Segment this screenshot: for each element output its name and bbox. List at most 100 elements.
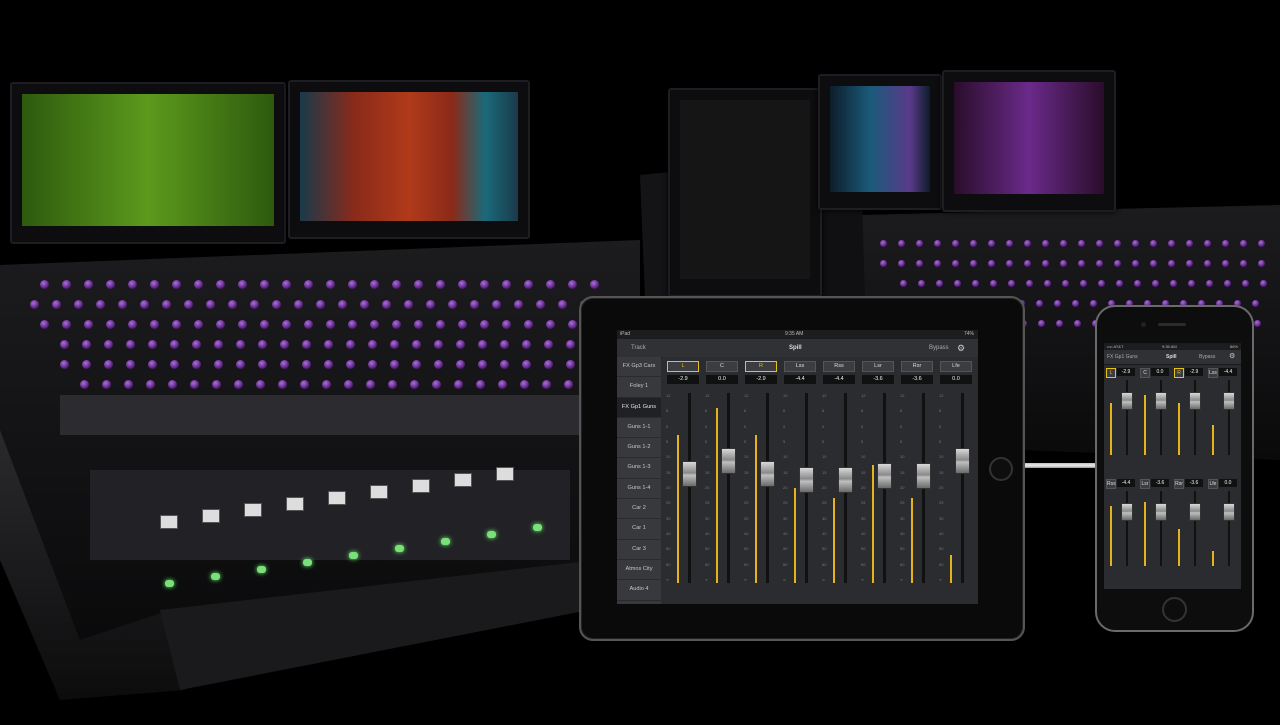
scale-tick-label: ∞ xyxy=(705,577,708,582)
console-knob xyxy=(414,280,423,289)
scale-tick-label: ∞ xyxy=(744,577,747,582)
channel-meter xyxy=(1212,551,1214,566)
console-knob xyxy=(1006,240,1013,247)
scale-tick-label: 25 xyxy=(705,500,710,506)
fader-cap[interactable] xyxy=(1121,503,1133,521)
console-knob xyxy=(412,360,421,369)
fader-cap[interactable] xyxy=(1189,503,1201,521)
iphone-home-button[interactable] xyxy=(1162,597,1187,622)
scale-tick-label: 30 xyxy=(939,515,944,521)
console-knob xyxy=(1072,300,1079,307)
fader-cap[interactable] xyxy=(1155,392,1167,410)
track-list-item[interactable]: FX Gp3 Cars xyxy=(617,357,661,378)
console-knob xyxy=(146,380,155,389)
lightning-cable xyxy=(1021,463,1096,468)
channel-name-button[interactable]: Rsr xyxy=(901,361,933,372)
channel-name-button[interactable]: L xyxy=(667,361,699,372)
channel-name-button[interactable]: R xyxy=(1174,368,1184,378)
console-knob xyxy=(392,320,401,329)
status-time: 9:35 AM xyxy=(785,331,804,337)
channel-name-button[interactable]: Lss xyxy=(1208,368,1218,378)
bypass-button[interactable]: Bypass xyxy=(1199,350,1215,364)
channel-name-button[interactable]: C xyxy=(706,361,738,372)
fader-cap[interactable] xyxy=(877,462,892,489)
console-knob xyxy=(1074,320,1081,327)
fader-cap[interactable] xyxy=(721,447,736,474)
console-knob xyxy=(1060,260,1067,267)
scale-tick-label: 15 xyxy=(900,469,905,475)
gear-icon[interactable]: ⚙ xyxy=(1229,350,1235,364)
fader-cap[interactable] xyxy=(1189,392,1201,410)
fader-cap[interactable] xyxy=(1223,392,1235,410)
fader-scale: 12 6 0 5 10 15 20 25 30 40 50 60 ∞ xyxy=(783,393,793,583)
scale-tick-label: 5 xyxy=(705,439,708,444)
track-list-item[interactable]: Car 1 xyxy=(617,519,661,540)
track-list-item[interactable]: Atmos City xyxy=(617,560,661,581)
console-led xyxy=(257,566,266,573)
console-knob xyxy=(1042,260,1049,267)
channel-name-button[interactable]: Lsr xyxy=(862,361,894,372)
iphone-status-bar: •••• AT&T 9:35 AM 86% xyxy=(1104,343,1241,350)
track-button[interactable]: Track xyxy=(631,339,646,357)
console-knob xyxy=(62,280,71,289)
scale-tick-label: ∞ xyxy=(861,577,864,582)
track-list-item[interactable]: Guns 1-2 xyxy=(617,438,661,459)
fader-cap[interactable] xyxy=(1223,503,1235,521)
console-knob xyxy=(1240,240,1247,247)
fader-cap[interactable] xyxy=(760,460,775,487)
channel-name-button[interactable]: Rsr xyxy=(1174,479,1184,489)
channel-level-readout: -2.9 xyxy=(1117,368,1135,376)
scale-tick-label: 6 xyxy=(861,408,864,414)
console-knob xyxy=(1078,260,1085,267)
channel-name-button[interactable]: Lfe xyxy=(940,361,972,372)
scale-tick-label: 6 xyxy=(705,408,708,414)
monitor-right-1 xyxy=(818,74,942,210)
console-knob xyxy=(546,280,555,289)
fader-cap[interactable] xyxy=(1155,503,1167,521)
monitor-center-screen xyxy=(300,92,518,221)
console-knob xyxy=(434,360,443,369)
track-list-item[interactable]: Car 2 xyxy=(617,499,661,520)
console-knob xyxy=(106,280,115,289)
channel-name-button[interactable]: Lfe xyxy=(1208,479,1218,489)
console-knob xyxy=(1258,260,1265,267)
fader-cap[interactable] xyxy=(955,447,970,474)
track-list-item[interactable]: Guns 1-3 xyxy=(617,458,661,479)
fader-cap[interactable] xyxy=(682,460,697,487)
gear-icon[interactable]: ⚙ xyxy=(957,339,965,357)
console-knob xyxy=(536,300,545,309)
fader-cap[interactable] xyxy=(838,466,853,493)
scale-tick-label: 12 xyxy=(822,393,827,398)
scale-tick-label: 20 xyxy=(861,485,866,490)
scale-tick-label: 60 xyxy=(939,561,944,567)
channel-name-button[interactable]: Lss xyxy=(784,361,816,372)
scale-tick-label: ∞ xyxy=(783,577,786,582)
channel-name-button[interactable]: C xyxy=(1140,368,1150,378)
channel-strip: C 0.0 xyxy=(706,361,738,384)
scale-tick-label: 15 xyxy=(939,469,944,475)
channel-name-button[interactable]: Rss xyxy=(823,361,855,372)
track-list-item[interactable]: Guns 1-4 xyxy=(617,479,661,500)
track-list-item[interactable]: Foley 1 xyxy=(617,377,661,398)
scale-tick-label: 50 xyxy=(783,546,788,552)
channel-level-readout: 0.0 xyxy=(706,375,738,384)
ipad-home-button[interactable] xyxy=(989,457,1013,481)
console-knob xyxy=(1062,280,1069,287)
fader-cap[interactable] xyxy=(1121,392,1133,410)
channel-name-button[interactable]: Rss xyxy=(1106,479,1116,489)
channel-name-button[interactable]: L xyxy=(1106,368,1116,378)
channel-name-button[interactable]: Lsr xyxy=(1140,479,1150,489)
channel-strip: R -2.9 xyxy=(1174,368,1203,386)
track-list-item[interactable]: Car 3 xyxy=(617,540,661,560)
monitor-right-2-screen xyxy=(954,82,1104,194)
bypass-button[interactable]: Bypass xyxy=(929,339,949,357)
console-knob xyxy=(1260,280,1267,287)
track-list-item[interactable]: FX Gp1 Guns xyxy=(617,397,661,418)
monitor-left-screen xyxy=(22,94,274,226)
channel-name-button[interactable]: R xyxy=(745,361,777,372)
fader-cap[interactable] xyxy=(916,462,931,489)
track-list-item[interactable]: Guns 1-1 xyxy=(617,418,661,439)
fader-cap[interactable] xyxy=(799,466,814,493)
track-list-item[interactable]: Audio 4 xyxy=(617,580,661,601)
track-button[interactable]: FX Gp1 Guns xyxy=(1107,350,1138,364)
